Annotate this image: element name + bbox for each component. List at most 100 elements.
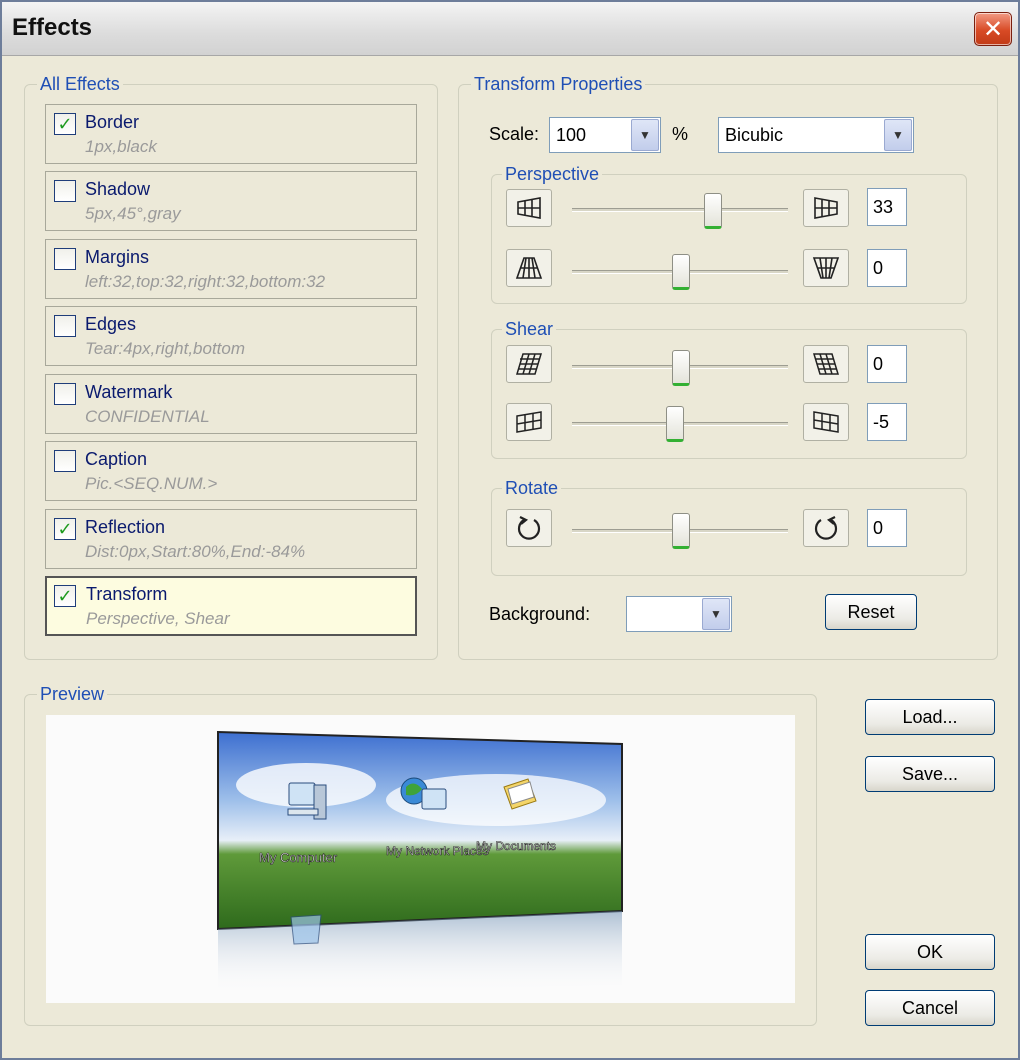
my-computer-desktop-icon (287, 782, 327, 820)
preview-legend: Preview (37, 684, 108, 705)
shear-right-button[interactable] (803, 345, 849, 383)
effect-name: Watermark (85, 382, 173, 402)
rotate-clockwise-icon (814, 516, 838, 540)
shear-up-icon (516, 411, 542, 433)
perspective-left-icon (517, 197, 541, 219)
perspective-left-button[interactable] (506, 189, 552, 227)
perspective-legend: Perspective (502, 164, 603, 185)
shear-down-icon (813, 411, 839, 433)
shear-right-icon (812, 353, 840, 375)
rotate-value[interactable]: 0 (867, 509, 907, 547)
rotate-legend: Rotate (502, 478, 562, 499)
effect-description: left:32,top:32,right:32,bottom:32 (85, 272, 326, 291)
rotate-thumb[interactable] (672, 513, 690, 549)
load-button[interactable]: Load... (865, 699, 995, 735)
shear-up-button[interactable] (506, 403, 552, 441)
check-icon: ✓ (57, 519, 73, 539)
margins-checkbox[interactable] (54, 248, 76, 270)
perspective-bottom-icon (812, 257, 840, 279)
check-icon: ✓ (57, 586, 73, 606)
perspective-vertical-thumb[interactable] (672, 254, 690, 290)
border-checkbox[interactable]: ✓ (54, 113, 76, 135)
interpolation-value: Bicubic (725, 125, 784, 145)
caption-checkbox[interactable] (54, 450, 76, 472)
perspective-horizontal-track[interactable] (572, 208, 788, 212)
effect-name: Transform (86, 584, 168, 604)
perspective-top-icon (515, 257, 543, 279)
effect-item-watermark[interactable]: Watermark CONFIDENTIAL (45, 374, 417, 434)
effect-item-reflection[interactable]: ✓ Reflection Dist:0px,Start:80%,End:-84% (45, 509, 417, 569)
save-button[interactable]: Save... (865, 756, 995, 792)
background-color-combo[interactable]: ▼ (626, 596, 732, 632)
effect-name: Reflection (85, 517, 166, 537)
effect-item-margins[interactable]: Margins left:32,top:32,right:32,bottom:3… (45, 239, 417, 299)
close-icon: ✕ (982, 15, 1004, 43)
effect-description: Perspective, Shear (86, 609, 230, 628)
cancel-button[interactable]: Cancel (865, 990, 995, 1026)
effect-item-caption[interactable]: Caption Pic.<SEQ.NUM.> (45, 441, 417, 501)
shear-down-button[interactable] (803, 403, 849, 441)
shear-horizontal-thumb[interactable] (672, 350, 690, 386)
rotate-left-button[interactable] (506, 509, 552, 547)
watermark-checkbox[interactable] (54, 383, 76, 405)
interpolation-combo[interactable]: Bicubic ▼ (718, 117, 914, 153)
effect-description: Tear:4px,right,bottom (85, 339, 246, 358)
shear-legend: Shear (502, 319, 557, 340)
perspective-horizontal-thumb[interactable] (704, 193, 722, 229)
percent-label: % (672, 124, 689, 144)
recycle-bin-desktop-icon (290, 914, 322, 945)
effect-name: Edges (85, 314, 137, 334)
all-effects-legend: All Effects (37, 74, 123, 95)
effect-description: Pic.<SEQ.NUM.> (85, 474, 218, 493)
transform-checkbox[interactable]: ✓ (54, 585, 76, 607)
effect-item-shadow[interactable]: Shadow 5px,45°,gray (45, 171, 417, 231)
desktop-icon-label: My Documents (476, 839, 556, 853)
perspective-right-button[interactable] (803, 189, 849, 227)
effect-item-transform[interactable]: ✓ Transform Perspective, Shear (45, 576, 417, 636)
chevron-down-icon[interactable]: ▼ (702, 598, 730, 630)
shear-vertical-value[interactable]: -5 (867, 403, 907, 441)
preview-image: My Computer My Network Places My Documen… (217, 730, 623, 995)
preview-area: My Computer My Network Places My Documen… (46, 715, 795, 1003)
perspective-top-button[interactable] (506, 249, 552, 287)
effect-description: CONFIDENTIAL (85, 407, 210, 426)
perspective-horizontal-value[interactable]: 33 (867, 188, 907, 226)
check-icon: ✓ (57, 114, 73, 134)
effect-description: 5px,45°,gray (85, 204, 181, 223)
effect-name: Border (85, 112, 140, 132)
background-label: Background: (489, 604, 591, 624)
shear-left-icon (515, 353, 543, 375)
effects-dialog: Effects ✕ All Effects ✓ Border 1px,black… (0, 0, 1020, 1060)
desktop-icon-label: My Network Places (386, 844, 489, 858)
effect-name: Shadow (85, 179, 151, 199)
desktop-icon-label: My Computer (259, 850, 338, 865)
shear-vertical-thumb[interactable] (666, 406, 684, 442)
reset-button[interactable]: Reset (825, 594, 917, 630)
perspective-right-icon (814, 197, 838, 219)
effect-description: Dist:0px,Start:80%,End:-84% (85, 542, 306, 561)
ok-button[interactable]: OK (865, 934, 995, 970)
effect-description: 1px,black (85, 137, 157, 156)
perspective-bottom-button[interactable] (803, 249, 849, 287)
title-bar[interactable]: Effects ✕ (2, 2, 1018, 56)
desktop-screenshot (217, 730, 623, 931)
effect-item-edges[interactable]: Edges Tear:4px,right,bottom (45, 306, 417, 366)
scale-value: 100 (556, 125, 587, 145)
shadow-checkbox[interactable] (54, 180, 76, 202)
window-title: Effects (12, 14, 93, 41)
effect-name: Margins (85, 247, 150, 267)
reflection-checkbox[interactable]: ✓ (54, 518, 76, 540)
effect-item-border[interactable]: ✓ Border 1px,black (45, 104, 417, 164)
effect-name: Caption (85, 449, 148, 469)
edges-checkbox[interactable] (54, 315, 76, 337)
scale-label: Scale: (489, 124, 540, 144)
perspective-vertical-value[interactable]: 0 (867, 249, 907, 287)
chevron-down-icon[interactable]: ▼ (631, 119, 659, 151)
shear-horizontal-value[interactable]: 0 (867, 345, 907, 383)
transform-properties-legend: Transform Properties (471, 74, 646, 95)
scale-combo[interactable]: 100 ▼ (549, 117, 661, 153)
chevron-down-icon[interactable]: ▼ (884, 119, 912, 151)
rotate-right-button[interactable] (803, 509, 849, 547)
close-button[interactable]: ✕ (974, 12, 1012, 46)
shear-left-button[interactable] (506, 345, 552, 383)
